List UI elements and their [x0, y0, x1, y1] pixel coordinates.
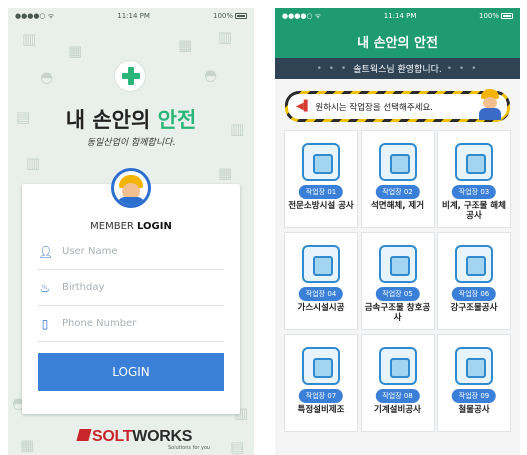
site-name: 전문소방시설 공사 — [288, 201, 354, 211]
birthday-placeholder: Birthday — [62, 282, 105, 293]
site-name: 비계, 구조물 해체공사 — [442, 201, 506, 221]
site-badge: 작업장 01 — [298, 185, 344, 199]
tanker-truck-icon — [302, 347, 340, 385]
site-select-screen: ●●●●○ ᯤ 11:14 PM 100% 내 손안의 안전 • • • 솔트웍… — [275, 8, 520, 455]
site-name: 특정설비제조 — [297, 405, 345, 415]
helmet-icon: ◓ — [204, 66, 218, 84]
helmet-icon: ◓ — [40, 68, 54, 86]
username-field[interactable]: 👤︎ User Name — [38, 234, 224, 270]
brand-tagline: Solutions for you — [168, 445, 211, 451]
welcome-text: 솔트웍스님 환영합니다. — [353, 65, 442, 75]
site-card-08[interactable]: 작업장 08 기계설비공사 — [360, 334, 435, 432]
site-badge: 작업장 08 — [375, 389, 420, 403]
building-icon: ▥ — [218, 28, 233, 46]
bulldozer-icon — [378, 143, 417, 181]
instruction-banner: ◀▌ 원하시는 작업장을 선택해주세요. — [285, 89, 510, 122]
site-card-04[interactable]: 작업장 04 가스시설시공 — [284, 232, 358, 330]
site-badge: 작업장 06 — [451, 287, 497, 301]
site-card-02[interactable]: 작업장 02 석면해체, 제거 — [360, 130, 435, 228]
bridge-icon — [455, 245, 493, 283]
site-card-06[interactable]: 작업장 06 강구조물공사 — [437, 232, 511, 330]
phone-field[interactable]: ▯ Phone Number — [38, 306, 224, 342]
site-badge: 작업장 03 — [451, 185, 497, 199]
page-title: 내 손안의 안전 — [275, 24, 520, 58]
site-card-03[interactable]: 작업장 03 비계, 구조물 해체공사 — [437, 130, 511, 228]
pipe-icon — [378, 347, 417, 385]
phone-placeholder: Phone Number — [62, 318, 137, 329]
site-name: 금속구조물 창호공사 — [364, 303, 431, 323]
safety-cross-logo-icon — [114, 60, 146, 92]
app-title: 내 손안의 안전 — [65, 108, 197, 132]
signal-indicator: ●●●●○ ᯤ — [282, 11, 322, 20]
login-button[interactable]: LOGIN — [38, 353, 224, 391]
building-icon: ▥ — [22, 30, 37, 48]
site-name: 가스시설시공 — [297, 303, 345, 313]
battery-indicator: 100% — [213, 12, 247, 20]
fire-hydrant-icon — [302, 143, 340, 181]
site-card-09[interactable]: 작업장 09 철물공사 — [437, 334, 511, 432]
site-card-01[interactable]: 작업장 01 전문소방시설 공사 — [284, 130, 358, 228]
welcome-bar: • • • 솔트웍스님 환영합니다. • • • — [275, 58, 520, 79]
site-badge: 작업장 09 — [451, 389, 497, 403]
steel-beam-icon — [455, 347, 493, 385]
site-name: 강구조물공사 — [450, 303, 498, 313]
login-screen: ●●●●○ ᯤ 11:14 PM 100% ▥ ▦ ▦ ▥ ◓ ◓ ▤ ▥ ▥ … — [8, 8, 254, 455]
login-heading: MEMBER LOGIN — [90, 221, 172, 232]
battery-indicator: 100% — [479, 12, 513, 20]
birthday-field[interactable]: ♨ Birthday — [38, 270, 224, 306]
barrier-icon: ▦ — [218, 164, 233, 182]
megaphone-icon: ◀▌ — [296, 101, 312, 112]
site-card-07[interactable]: 작업장 07 특정설비제조 — [284, 334, 358, 432]
clipboard-icon: ▤ — [230, 438, 245, 455]
worker-icon — [476, 87, 504, 121]
username-placeholder: User Name — [62, 246, 118, 257]
cake-icon: ♨ — [39, 280, 51, 295]
site-badge: 작업장 02 — [375, 185, 420, 199]
slogan: 동일산업이 함께합니다. — [86, 138, 176, 148]
gas-meter-icon — [302, 245, 340, 283]
status-time: 11:14 PM — [383, 12, 417, 20]
site-name: 철물공사 — [458, 405, 490, 415]
phone-icon: ▯ — [41, 316, 49, 331]
site-badge: 작업장 04 — [298, 287, 344, 301]
battery-icon — [235, 13, 247, 19]
barrier-icon: ▦ — [20, 436, 35, 454]
status-bar: ●●●●○ ᯤ 11:14 PM 100% — [275, 8, 520, 24]
banner-text: 원하시는 작업장을 선택해주세요. — [315, 102, 433, 113]
site-name: 석면해체, 제거 — [370, 201, 425, 211]
building-icon: ▥ — [26, 154, 41, 172]
barrier-icon: ▦ — [178, 36, 193, 54]
site-grid: 작업장 01 전문소방시설 공사 작업장 02 석면해체, 제거 작업장 03 … — [284, 130, 511, 432]
excavator-icon — [378, 245, 417, 283]
barrier-icon: ▦ — [68, 42, 83, 60]
tower-crane-icon — [455, 143, 493, 181]
site-badge: 작업장 05 — [375, 287, 420, 301]
signal-indicator: ●●●●○ ᯤ — [15, 11, 55, 20]
worker-avatar-icon — [111, 168, 151, 208]
site-name: 기계설비공사 — [374, 405, 421, 415]
user-icon: 👤︎ — [38, 244, 54, 259]
soltworks-logo-icon — [76, 429, 92, 441]
brand-name: SOLTWORKS — [92, 428, 193, 445]
site-card-05[interactable]: 작업장 05 금속구조물 창호공사 — [360, 232, 435, 330]
status-time: 11:14 PM — [117, 12, 150, 20]
battery-icon — [501, 13, 513, 19]
status-bar: ●●●●○ ᯤ 11:14 PM 100% — [8, 8, 254, 24]
site-badge: 작업장 07 — [298, 389, 344, 403]
